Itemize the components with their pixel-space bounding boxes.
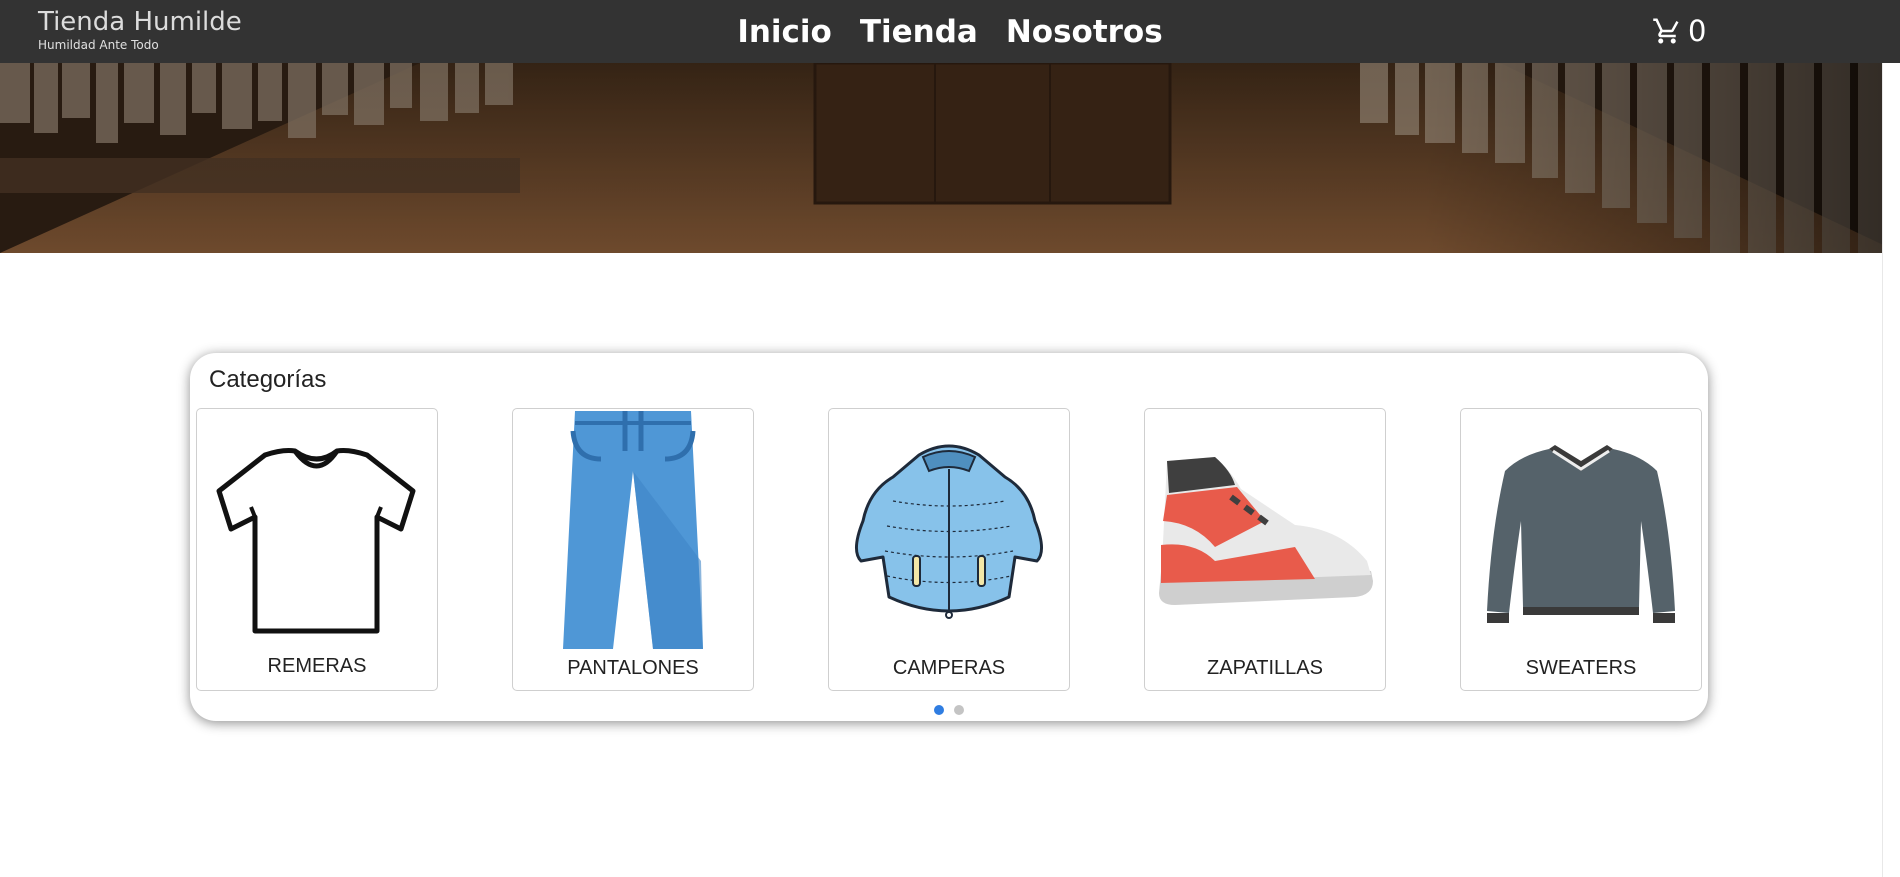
- category-card-pantalones[interactable]: PANTALONES: [512, 408, 754, 691]
- jeans-icon: [513, 411, 753, 651]
- category-label: REMERAS: [267, 655, 367, 677]
- page-scrollbar[interactable]: [1882, 63, 1900, 877]
- nav-link-tienda[interactable]: Tienda: [860, 14, 978, 50]
- sneaker-icon: [1145, 411, 1385, 651]
- hero-banner: [0, 63, 1900, 253]
- nav-link-nosotros[interactable]: Nosotros: [1006, 14, 1163, 50]
- top-navbar: Tienda Humilde Humildad Ante Todo Inicio…: [0, 0, 1900, 63]
- carousel-dot-2[interactable]: [954, 705, 964, 715]
- category-label: PANTALONES: [567, 657, 699, 679]
- category-card-zapatillas[interactable]: ZAPATILLAS: [1144, 408, 1386, 691]
- category-card-remeras[interactable]: REMERAS: [196, 408, 438, 691]
- category-card-sweaters[interactable]: SWEATERS: [1460, 408, 1702, 691]
- main-nav: Inicio Tienda Nosotros: [0, 12, 1900, 52]
- sweater-icon: [1461, 411, 1701, 651]
- categories-carousel: Categorías REMERAS PANTALONES CAMPERAS Z…: [190, 353, 1708, 721]
- category-label: CAMPERAS: [892, 657, 1006, 679]
- cart-icon: [1652, 16, 1682, 46]
- category-card-camperas[interactable]: CAMPERAS: [828, 408, 1070, 691]
- puffer-jacket-icon: [829, 411, 1069, 651]
- category-label: SWEATERS: [1525, 657, 1637, 679]
- category-label: ZAPATILLAS: [1207, 657, 1323, 679]
- cart-button[interactable]: 0: [1652, 14, 1706, 48]
- carousel-dot-1[interactable]: [934, 705, 944, 715]
- nav-link-inicio[interactable]: Inicio: [737, 14, 832, 50]
- cart-count: 0: [1688, 14, 1707, 48]
- t-shirt-icon: [197, 411, 437, 651]
- carousel-pagination: [934, 705, 974, 715]
- categories-title: Categorías: [209, 366, 327, 393]
